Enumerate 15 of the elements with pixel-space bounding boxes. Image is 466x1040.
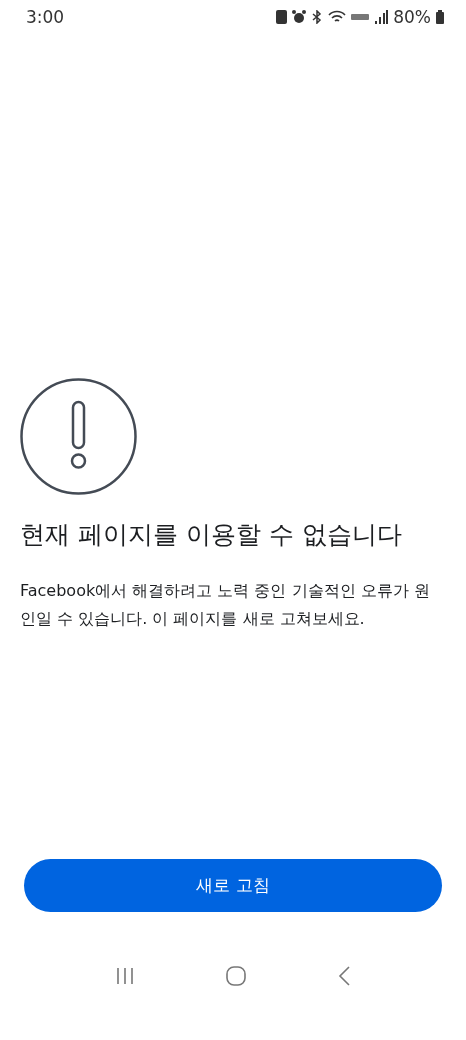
- error-message: Facebook에서 해결하려고 노력 중인 기술적인 오류가 원인일 수 있습니다. 이 페이지를 새로 고쳐보세요.: [20, 580, 431, 630]
- notification-icon: [276, 10, 288, 24]
- alarm-icon: [292, 10, 307, 24]
- recent-apps-icon[interactable]: [116, 967, 134, 985]
- status-time: 3:00: [26, 7, 65, 27]
- error-title: 현재 페이지를 이용할 수 없습니다: [20, 519, 403, 551]
- bluetooth-icon: [311, 10, 324, 24]
- refresh-button[interactable]: 새로 고침: [24, 859, 442, 912]
- back-icon[interactable]: [338, 966, 350, 986]
- signal-icon: [374, 10, 389, 24]
- battery-icon: [436, 10, 444, 24]
- home-icon[interactable]: [226, 966, 246, 986]
- battery-percent: 80%: [393, 7, 431, 27]
- wifi-icon: [328, 10, 347, 24]
- warning-icon: [20, 378, 137, 495]
